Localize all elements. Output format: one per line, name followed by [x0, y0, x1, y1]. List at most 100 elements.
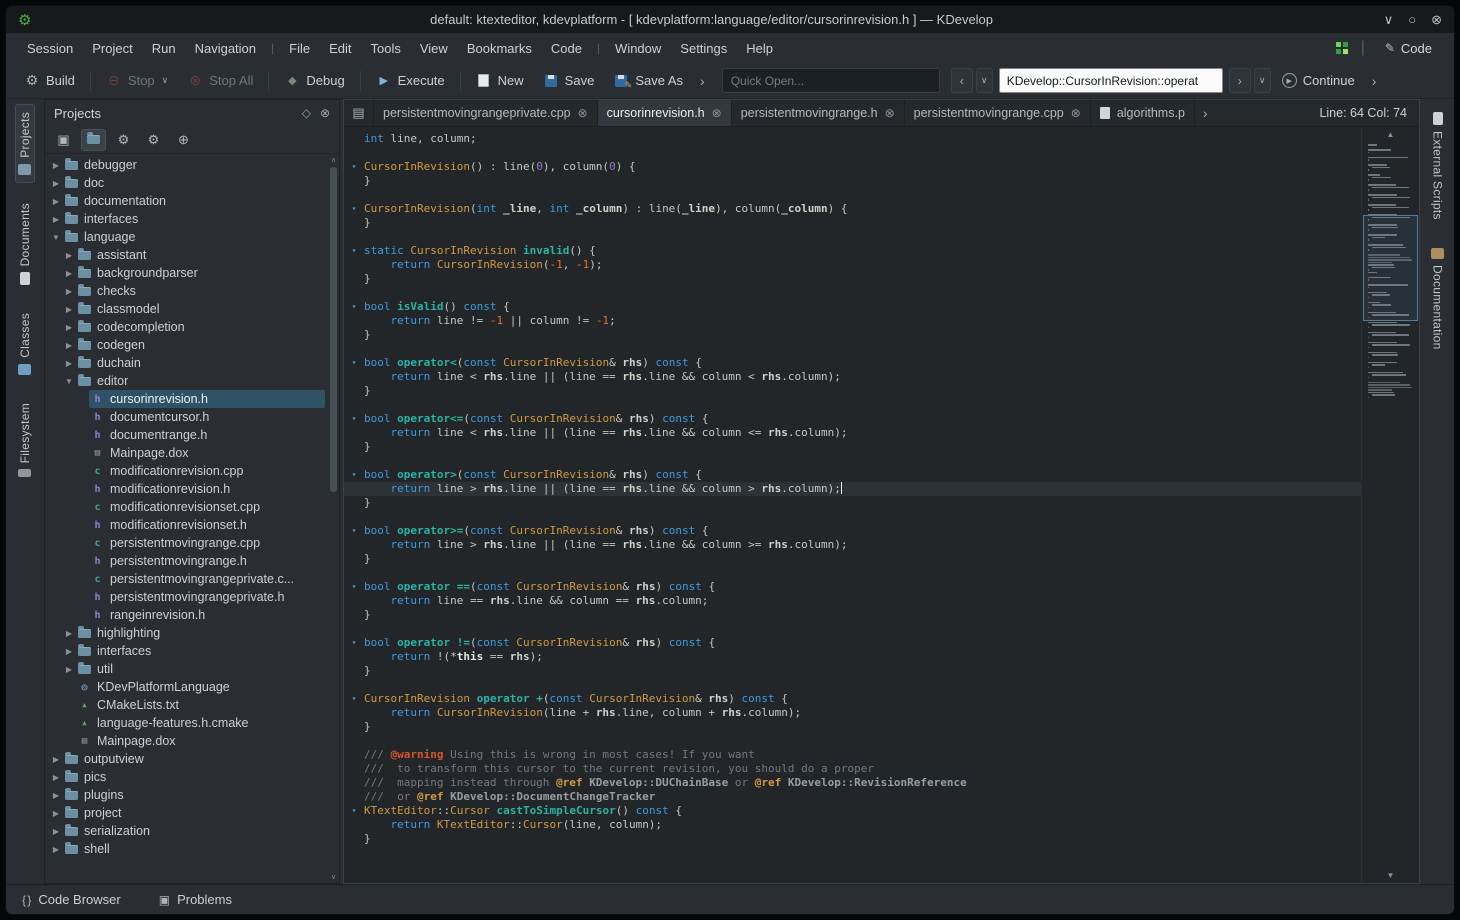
code-line[interactable]: [344, 510, 1361, 524]
quick-open-input[interactable]: [722, 68, 940, 93]
tab-close-icon[interactable]: ⊗: [712, 106, 722, 120]
code-line[interactable]: return !(*this == rhs);: [344, 650, 1361, 664]
scroll-up-icon[interactable]: ▲: [1362, 130, 1419, 139]
tree-item[interactable]: ▶documentation: [45, 192, 339, 210]
editor-tab[interactable]: persistentmovingrangeprivate.cpp⊗: [374, 100, 598, 126]
tree-item[interactable]: ▲language-features.h.cmake: [45, 714, 339, 732]
menu-edit[interactable]: Edit: [320, 38, 360, 59]
code-line[interactable]: [344, 188, 1361, 202]
editor-tab[interactable]: algorithms.p: [1091, 100, 1195, 126]
sidebar-item-documentation[interactable]: Documentation: [1428, 240, 1448, 358]
minimize-icon[interactable]: ∨: [1384, 12, 1394, 28]
tree-item[interactable]: ▼editor: [45, 372, 339, 390]
code-mode-button[interactable]: ✎ Code: [1375, 38, 1442, 59]
code-line[interactable]: return line < rhs.line || (line == rhs.l…: [344, 370, 1361, 384]
title-bar[interactable]: ⚙ default: ktexteditor, kdevplatform - […: [6, 6, 1454, 33]
tree-item[interactable]: ▶serialization: [45, 822, 339, 840]
code-line[interactable]: ▾bool operator>(const CursorInRevision& …: [344, 468, 1361, 482]
tree-item[interactable]: ▶interfaces: [45, 642, 339, 660]
tree-item[interactable]: ▶debugger: [45, 156, 339, 174]
scroll-down-icon[interactable]: ∨: [329, 873, 338, 881]
expand-arrow-icon[interactable]: ▶: [49, 755, 63, 764]
expand-arrow-icon[interactable]: ▶: [49, 179, 63, 188]
menu-session[interactable]: Session: [18, 38, 82, 59]
editor-tab[interactable]: persistentmovingrange.cpp⊗: [905, 100, 1091, 126]
tree-item[interactable]: ▶codecompletion: [45, 318, 339, 336]
continue-button[interactable]: ▶Continue: [1274, 68, 1363, 93]
toolbar-overflow2-icon[interactable]: ›: [1366, 69, 1383, 93]
code-line[interactable]: ▾bool isValid() const {: [344, 300, 1361, 314]
stop-all-button[interactable]: Stop All: [179, 68, 261, 94]
stop-button[interactable]: Stop∨: [98, 68, 176, 94]
code-line[interactable]: ▾bool operator ==(const CursorInRevision…: [344, 580, 1361, 594]
code-line[interactable]: return CursorInRevision(-1, -1);: [344, 258, 1361, 272]
code-line[interactable]: }: [344, 272, 1361, 286]
code-line[interactable]: ▾bool operator<=(const CursorInRevision&…: [344, 412, 1361, 426]
tree-item[interactable]: cpersistentmovingrange.cpp: [45, 534, 339, 552]
editor-tab[interactable]: persistentmovingrange.h⊗: [732, 100, 905, 126]
editor-tab[interactable]: cursorinrevision.h⊗: [598, 100, 732, 126]
sidebar-item-classes[interactable]: Classes: [15, 305, 35, 383]
tree-item[interactable]: ▶classmodel: [45, 300, 339, 318]
minimap-viewport[interactable]: [1363, 215, 1418, 321]
tab-scroll-right-icon[interactable]: ›: [1195, 100, 1216, 126]
code-line[interactable]: }: [344, 664, 1361, 678]
expand-arrow-icon[interactable]: ▶: [62, 341, 76, 350]
fold-arrow-icon[interactable]: ▾: [344, 636, 364, 650]
tab-close-icon[interactable]: ⊗: [885, 106, 895, 120]
menu-window[interactable]: Window: [606, 38, 670, 59]
code-line[interactable]: ▾bool operator>=(const CursorInRevision&…: [344, 524, 1361, 538]
tree-item[interactable]: ▲CMakeLists.txt: [45, 696, 339, 714]
tree-item[interactable]: ▶duchain: [45, 354, 339, 372]
code-line-current[interactable]: return line > rhs.line || (line == rhs.l…: [344, 482, 1361, 496]
code-line[interactable]: ▾static CursorInRevision invalid() {: [344, 244, 1361, 258]
fold-arrow-icon[interactable]: ▾: [344, 524, 364, 538]
tree-item[interactable]: ▶highlighting: [45, 624, 339, 642]
code-line[interactable]: ▾bool operator<(const CursorInRevision& …: [344, 356, 1361, 370]
menu-code[interactable]: Code: [542, 38, 591, 59]
build-set-icon[interactable]: ⚙: [141, 129, 166, 151]
fold-arrow-icon[interactable]: ▾: [344, 412, 364, 426]
fold-arrow-icon[interactable]: ▾: [344, 202, 364, 216]
tree-item[interactable]: hmodificationrevisionset.h: [45, 516, 339, 534]
code-line[interactable]: }: [344, 552, 1361, 566]
expand-arrow-icon[interactable]: ▶: [49, 161, 63, 170]
expand-arrow-icon[interactable]: ▶: [49, 827, 63, 836]
scroll-up-icon[interactable]: ∧: [329, 156, 338, 164]
history-forward-button[interactable]: ›: [1229, 68, 1251, 93]
menu-settings[interactable]: Settings: [671, 38, 736, 59]
code-line[interactable]: return line == rhs.line && column == rhs…: [344, 594, 1361, 608]
code-line[interactable]: return line != -1 || column != -1;: [344, 314, 1361, 328]
code-line[interactable]: /// @warning Using this is wrong in most…: [344, 748, 1361, 762]
project-filter-icon[interactable]: ⊕: [171, 129, 196, 151]
code-line[interactable]: }: [344, 832, 1361, 846]
code-line[interactable]: [344, 678, 1361, 692]
tree-item[interactable]: ▶backgroundparser: [45, 264, 339, 282]
document-list-icon[interactable]: ▤: [344, 100, 374, 126]
expand-arrow-icon[interactable]: ▶: [49, 197, 63, 206]
code-line[interactable]: }: [344, 608, 1361, 622]
fold-arrow-icon[interactable]: ▾: [344, 692, 364, 706]
tree-item[interactable]: hrangeinrevision.h: [45, 606, 339, 624]
expand-arrow-icon[interactable]: ▶: [49, 215, 63, 224]
expand-arrow-icon[interactable]: ▶: [62, 251, 76, 260]
tree-item[interactable]: ▶codegen: [45, 336, 339, 354]
fold-arrow-icon[interactable]: ▾: [344, 160, 364, 174]
sidebar-item-documents[interactable]: Documents: [15, 195, 35, 293]
code-line[interactable]: }: [344, 216, 1361, 230]
tree-item[interactable]: ▶interfaces: [45, 210, 339, 228]
close-panel-icon[interactable]: ⊗: [320, 106, 330, 120]
tree-item[interactable]: ▶shell: [45, 840, 339, 858]
code-line[interactable]: int line, column;: [344, 132, 1361, 146]
new-button[interactable]: New: [468, 68, 532, 94]
tree-item[interactable]: hcursorinrevision.h: [45, 390, 339, 408]
sidebar-item-external-scripts[interactable]: External Scripts: [1428, 104, 1448, 228]
sidebar-item-projects[interactable]: Projects: [15, 104, 35, 183]
stop-dropdown-icon[interactable]: ∨: [162, 75, 169, 86]
fold-arrow-icon[interactable]: ▾: [344, 804, 364, 818]
tree-item[interactable]: cmodificationrevisionset.cpp: [45, 498, 339, 516]
tree-item[interactable]: ▤Mainpage.dox: [45, 732, 339, 750]
code-line[interactable]: }: [344, 496, 1361, 510]
tree-item[interactable]: hpersistentmovingrange.h: [45, 552, 339, 570]
menu-bookmarks[interactable]: Bookmarks: [458, 38, 541, 59]
